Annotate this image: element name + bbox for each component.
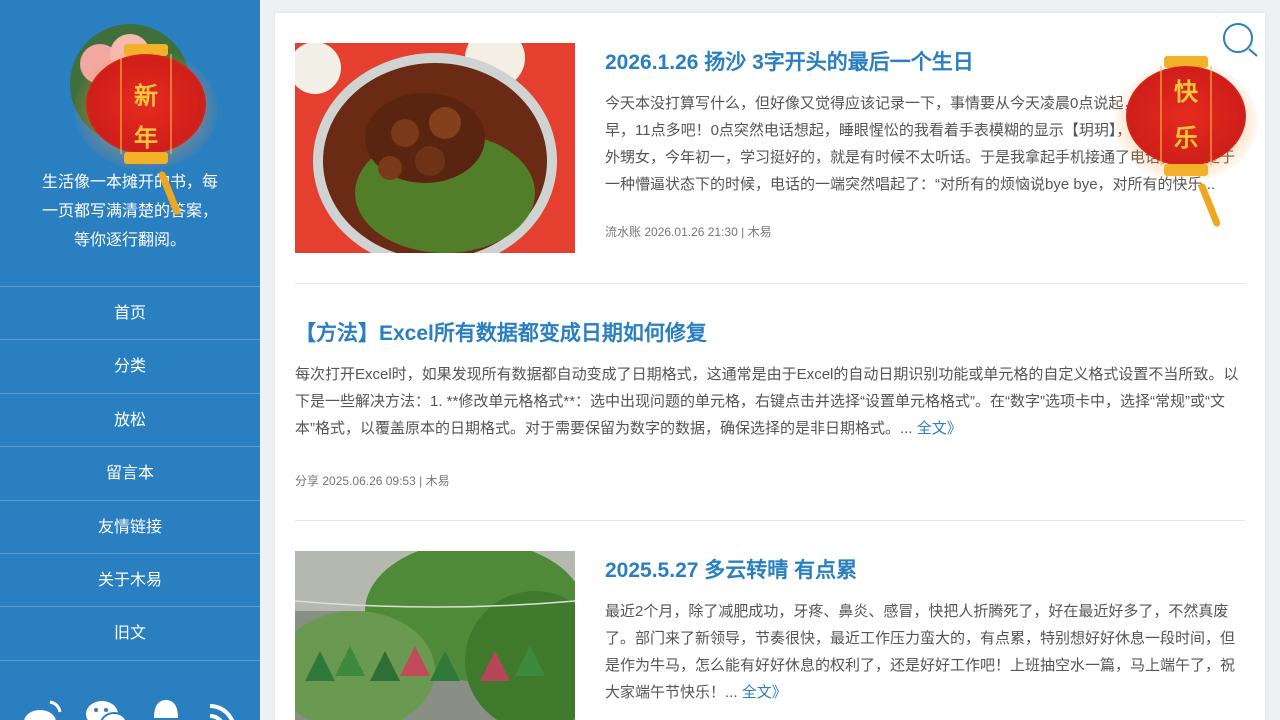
post-title[interactable]: 【方法】Excel所有数据都变成日期如何修复 <box>295 317 707 347</box>
post-author[interactable]: 木易 <box>426 474 450 488</box>
divider <box>295 520 1245 521</box>
motto-line: 等你逐行翻阅。 <box>73 232 186 249</box>
post-title[interactable]: 2026.1.26 扬沙 3字开头的最后一个生日 <box>605 46 974 76</box>
post-author[interactable]: 木易 <box>748 225 772 239</box>
post-excerpt: 每次打开Excel时，如果发现所有数据都自动变成了日期格式，这通常是由于Exce… <box>295 361 1245 442</box>
post-excerpt-text: 最近2个月，除了减肥成功，牙疼、鼻炎、感冒，快把人折腾死了，好在最近好多了，不然… <box>605 603 1236 701</box>
post-category[interactable]: 分享 <box>295 474 319 488</box>
nav-item-guestbook[interactable]: 留言本 <box>0 447 260 501</box>
lantern-char: 快 <box>1174 77 1198 106</box>
lantern-char: 乐 <box>1174 123 1198 152</box>
read-more-link[interactable]: 全文》 <box>917 420 962 437</box>
post-date: 2026.01.26 21:30 <box>644 225 738 239</box>
motto-line: 一页都写满清楚的答案， <box>41 203 218 220</box>
social-links <box>0 696 260 720</box>
post-excerpt-text: 每次打开Excel时，如果发现所有数据都自动变成了日期格式，这通常是由于Exce… <box>295 366 1239 437</box>
post-meta: 流水账 2026.01.26 21:30 | 木易 <box>605 225 772 239</box>
qq-icon[interactable] <box>146 696 186 720</box>
nav-item-links[interactable]: 友情链接 <box>0 501 260 554</box>
nav-item-home[interactable]: 首页 <box>0 287 260 341</box>
post-date: 2025.06.26 09:53 <box>322 474 416 488</box>
post-excerpt: 最近2个月，除了减肥成功，牙疼、鼻炎、感冒，快把人折腾死了，好在最近好多了，不然… <box>605 598 1240 706</box>
wechat-icon[interactable] <box>84 696 128 720</box>
nav-item-about[interactable]: 关于木易 <box>0 554 260 608</box>
main-nav: 首页 分类 放松 留言本 友情链接 关于木易 旧文 <box>0 286 260 661</box>
rss-icon[interactable] <box>206 696 246 720</box>
read-more-link[interactable]: 全文》 <box>742 684 787 701</box>
divider <box>295 283 1245 284</box>
nav-item-archive[interactable]: 旧文 <box>0 607 260 661</box>
lantern-decoration: 新 年 <box>74 30 218 216</box>
lantern-decoration: 快 乐 <box>1114 42 1258 228</box>
post-meta: 分享 2025.06.26 09:53 | 木易 <box>295 474 450 488</box>
lantern-char: 新 <box>134 81 158 110</box>
nav-item-categories[interactable]: 分类 <box>0 340 260 394</box>
post-category[interactable]: 流水账 <box>605 225 641 239</box>
lantern-char: 年 <box>134 123 158 152</box>
post-title[interactable]: 2025.5.27 多云转晴 有点累 <box>605 554 857 584</box>
post-thumbnail[interactable] <box>295 551 575 720</box>
post-thumbnail[interactable] <box>295 43 575 253</box>
weibo-icon[interactable] <box>22 696 62 720</box>
nav-item-relax[interactable]: 放松 <box>0 394 260 448</box>
